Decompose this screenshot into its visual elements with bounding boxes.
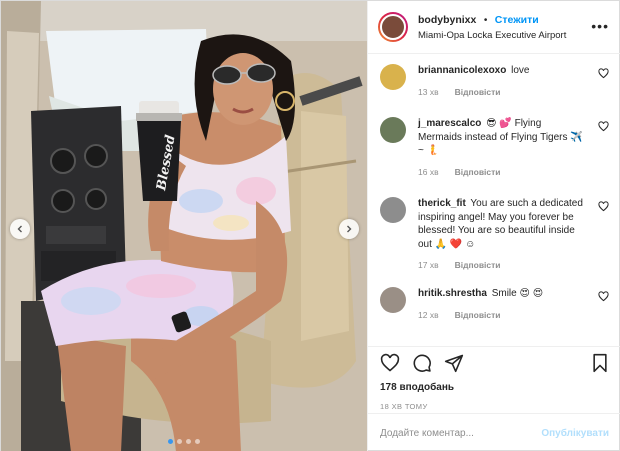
post-actions: 178 вподобань 18 ХВ ТОМУ bbox=[368, 346, 620, 411]
post-photo[interactable]: Blessed bbox=[1, 1, 367, 451]
post-timestamp: 18 ХВ ТОМУ bbox=[380, 402, 428, 411]
location-link[interactable]: Miami-Opa Locka Executive Airport bbox=[418, 28, 566, 43]
author-info: bodybynixx • Стежити Miami-Opa Locka Exe… bbox=[418, 11, 566, 43]
comment-text: love bbox=[511, 65, 530, 76]
comment-time: 16 хв bbox=[418, 166, 439, 177]
comment-text: Smile 😍 😍 bbox=[491, 288, 544, 299]
carousel-dot bbox=[177, 439, 182, 444]
post-side-panel: bodybynixx • Стежити Miami-Opa Locka Exe… bbox=[367, 1, 620, 451]
follow-button[interactable]: Стежити bbox=[495, 14, 539, 26]
carousel-dot bbox=[195, 439, 200, 444]
comment-like-icon[interactable] bbox=[598, 119, 609, 137]
commenter-avatar[interactable] bbox=[380, 197, 406, 223]
comment-like-icon[interactable] bbox=[598, 289, 609, 307]
comments-list[interactable]: briannanicolexoxo love 13 хв Відповісти j_m… bbox=[368, 54, 620, 346]
comment-meta: 17 хв Відповісти bbox=[418, 259, 587, 273]
separator-dot: • bbox=[483, 15, 488, 26]
commenter-username[interactable]: therick_fit bbox=[418, 198, 466, 209]
post-header: bodybynixx • Стежити Miami-Opa Locka Exe… bbox=[368, 1, 620, 54]
comment-body: j_marescalco 😎 💕 Flying Mermaids instead… bbox=[418, 117, 587, 179]
comment-like-icon[interactable] bbox=[598, 199, 609, 217]
share-icon[interactable] bbox=[444, 353, 464, 373]
add-comment-bar: Опублікувати bbox=[368, 413, 620, 451]
comment-item: j_marescalco 😎 💕 Flying Mermaids instead… bbox=[380, 117, 613, 179]
carousel-dot bbox=[186, 439, 191, 444]
author-username[interactable]: bodybynixx bbox=[418, 14, 476, 26]
commenter-avatar[interactable] bbox=[380, 64, 406, 90]
comment-body: therick_fit You are such a dedicated ins… bbox=[418, 197, 587, 273]
photo-illustration: Blessed bbox=[1, 1, 367, 451]
commenter-username[interactable]: hritik.shrestha bbox=[418, 288, 487, 299]
reply-button[interactable]: Відповісти bbox=[455, 167, 501, 177]
reply-button[interactable]: Відповісти bbox=[455, 310, 501, 320]
comment-item: hritik.shrestha Smile 😍 😍 12 хв Відповісти bbox=[380, 287, 613, 322]
carousel-dot bbox=[168, 439, 173, 444]
chevron-left-icon bbox=[17, 225, 22, 233]
comment-meta: 13 хв Відповісти bbox=[418, 86, 587, 100]
comment-body: hritik.shrestha Smile 😍 😍 12 хв Відповісти bbox=[418, 287, 587, 322]
author-avatar[interactable] bbox=[378, 12, 408, 42]
comment-item: therick_fit You are such a dedicated ins… bbox=[380, 197, 613, 273]
reply-button[interactable]: Відповісти bbox=[455, 260, 501, 270]
instagram-post: Blessed bodybynixx • Стежити Miami-Opa L… bbox=[0, 0, 620, 451]
more-options-icon[interactable]: ••• bbox=[591, 19, 609, 33]
commenter-username[interactable]: briannanicolexoxo bbox=[418, 65, 506, 76]
chevron-right-icon bbox=[347, 225, 352, 233]
comment-time: 12 хв bbox=[418, 309, 439, 320]
commenter-username[interactable]: j_marescalco bbox=[418, 118, 481, 129]
carousel-prev-button[interactable] bbox=[10, 219, 30, 239]
comment-input[interactable] bbox=[380, 427, 542, 439]
comment-icon[interactable] bbox=[412, 353, 432, 373]
likes-count[interactable]: 178 вподобань bbox=[380, 382, 609, 393]
comment-meta: 12 хв Відповісти bbox=[418, 309, 587, 323]
commenter-avatar[interactable] bbox=[380, 287, 406, 313]
comment-like-icon[interactable] bbox=[598, 66, 609, 84]
comment-time: 17 хв bbox=[418, 260, 439, 270]
carousel-next-button[interactable] bbox=[339, 219, 359, 239]
like-icon[interactable] bbox=[380, 353, 400, 373]
post-comment-button[interactable]: Опублікувати bbox=[541, 428, 609, 439]
comment-body: briannanicolexoxo love 13 хв Відповісти bbox=[418, 64, 587, 99]
action-icons bbox=[380, 347, 609, 379]
bookmark-icon[interactable] bbox=[591, 353, 609, 373]
comment-time: 13 хв bbox=[418, 86, 439, 97]
commenter-avatar[interactable] bbox=[380, 117, 406, 143]
comment-item: briannanicolexoxo love 13 хв Відповісти bbox=[380, 64, 613, 99]
reply-button[interactable]: Відповісти bbox=[455, 87, 501, 97]
comment-meta: 16 хв Відповісти bbox=[418, 166, 587, 180]
carousel-dots bbox=[1, 439, 367, 444]
